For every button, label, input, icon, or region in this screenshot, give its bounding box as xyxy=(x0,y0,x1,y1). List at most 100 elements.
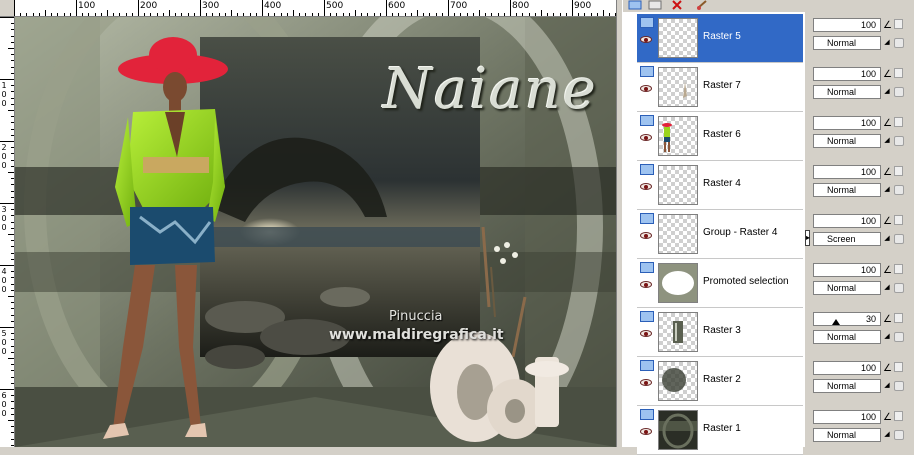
lock-icon[interactable] xyxy=(894,234,904,244)
visibility-eye-icon[interactable] xyxy=(640,134,652,141)
ruler-tick xyxy=(553,13,555,16)
brush-icon[interactable] xyxy=(695,0,711,11)
image-canvas[interactable]: Naiane Pinuccia www.maldiregrafica.it xyxy=(15,17,616,447)
mask-link-icon[interactable] xyxy=(894,362,903,372)
layer-row-group-raster-4[interactable]: Group - Raster 4 xyxy=(637,210,803,259)
link-icon[interactable]: ∠ xyxy=(883,167,892,178)
mask-link-icon[interactable] xyxy=(894,411,903,421)
dropdown-arrow-icon[interactable]: ◢ xyxy=(882,281,892,295)
ruler-tick xyxy=(280,13,282,16)
layer-row-raster-7[interactable]: Raster 7 xyxy=(637,63,803,112)
layer-row-raster-3[interactable]: Raster 3 xyxy=(637,308,803,357)
link-icon[interactable]: ∠ xyxy=(883,314,892,325)
layer-row-raster-6[interactable]: Raster 6 xyxy=(637,112,803,161)
ruler-tick xyxy=(541,10,542,16)
lock-icon[interactable] xyxy=(894,38,904,48)
blend-mode-select[interactable]: Normal xyxy=(813,330,881,344)
ruler-tick xyxy=(466,13,468,16)
opacity-field[interactable]: 100 xyxy=(813,67,881,81)
ruler-tick xyxy=(11,438,14,440)
ruler-tick xyxy=(11,209,14,211)
new-layer-icon[interactable] xyxy=(627,0,643,11)
ruler-tick xyxy=(448,0,449,16)
dropdown-arrow-icon[interactable]: ◢ xyxy=(882,183,892,197)
dropdown-arrow-icon[interactable]: ◢ xyxy=(882,428,892,442)
layer-row-raster-2[interactable]: Raster 2 xyxy=(637,357,803,406)
opacity-field[interactable]: 100 xyxy=(813,165,881,179)
lock-icon[interactable] xyxy=(894,87,904,97)
ruler-tick xyxy=(274,13,276,16)
visibility-eye-icon[interactable] xyxy=(640,379,652,386)
blend-mode-select[interactable]: Screen xyxy=(813,232,881,246)
visibility-eye-icon[interactable] xyxy=(640,281,652,288)
lock-icon[interactable] xyxy=(894,185,904,195)
blend-mode-select[interactable]: Normal xyxy=(813,379,881,393)
ruler-tick xyxy=(11,314,14,316)
dropdown-arrow-icon[interactable]: ◢ xyxy=(882,134,892,148)
ruler-tick xyxy=(11,407,14,409)
visibility-eye-icon[interactable] xyxy=(640,85,652,92)
layer-row-raster-5[interactable]: Raster 5 xyxy=(637,14,803,63)
ruler-tick xyxy=(150,13,152,16)
blend-mode-select[interactable]: Normal xyxy=(813,36,881,50)
opacity-field[interactable]: 100 xyxy=(813,214,881,228)
opacity-slider-marker[interactable] xyxy=(832,319,840,325)
visibility-eye-icon[interactable] xyxy=(640,36,652,43)
link-icon[interactable]: ∠ xyxy=(883,412,892,423)
dropdown-arrow-icon[interactable]: ◢ xyxy=(882,330,892,344)
layer-row-raster-1[interactable]: Raster 1 xyxy=(637,406,803,455)
visibility-eye-icon[interactable] xyxy=(640,330,652,337)
opacity-field[interactable]: 100 xyxy=(813,263,881,277)
layer-props-row: 100 ∠ Normal ◢ xyxy=(810,112,914,161)
ruler-label: 800 xyxy=(512,1,530,11)
blend-mode-select[interactable]: Normal xyxy=(813,183,881,197)
visibility-eye-icon[interactable] xyxy=(640,183,652,190)
blend-mode-select[interactable]: Normal xyxy=(813,85,881,99)
visibility-eye-icon[interactable] xyxy=(640,428,652,435)
dropdown-arrow-icon[interactable]: ◢ xyxy=(882,379,892,393)
lock-icon[interactable] xyxy=(894,430,904,440)
mask-link-icon[interactable] xyxy=(894,166,903,176)
link-icon[interactable]: ∠ xyxy=(883,265,892,276)
blend-mode-select[interactable]: Normal xyxy=(813,281,881,295)
layer-thumbnail xyxy=(658,263,698,303)
lock-icon[interactable] xyxy=(894,381,904,391)
mask-link-icon[interactable] xyxy=(894,264,903,274)
visibility-eye-icon[interactable] xyxy=(640,232,652,239)
blend-mode-select[interactable]: Normal xyxy=(813,428,881,442)
mask-link-icon[interactable] xyxy=(894,215,903,225)
link-icon[interactable]: ∠ xyxy=(883,20,892,31)
ruler-tick xyxy=(596,13,598,16)
lock-icon[interactable] xyxy=(894,283,904,293)
dropdown-arrow-icon[interactable]: ◢ xyxy=(882,232,892,246)
dropdown-arrow-icon[interactable]: ◢ xyxy=(882,36,892,50)
dropdown-arrow-icon[interactable]: ◢ xyxy=(882,85,892,99)
lock-icon[interactable] xyxy=(894,136,904,146)
ruler-tick xyxy=(423,13,425,16)
link-icon[interactable]: ∠ xyxy=(883,363,892,374)
opacity-field[interactable]: 100 xyxy=(813,361,881,375)
opacity-field[interactable]: 30 xyxy=(813,312,881,326)
ruler-label: 3 0 0 xyxy=(1,205,7,232)
ruler-tick xyxy=(367,13,369,16)
opacity-field[interactable]: 100 xyxy=(813,18,881,32)
mask-link-icon[interactable] xyxy=(894,68,903,78)
layer-props-icon[interactable] xyxy=(647,0,663,11)
blend-mode-select[interactable]: Normal xyxy=(813,134,881,148)
layer-row-raster-4[interactable]: Raster 4 xyxy=(637,161,803,210)
mask-link-icon[interactable] xyxy=(894,117,903,127)
layer-row-promoted-selection[interactable]: Promoted selection xyxy=(637,259,803,308)
ruler-label: 300 xyxy=(202,1,220,11)
ruler-tick xyxy=(11,165,14,167)
ruler-tick xyxy=(497,13,499,16)
opacity-field[interactable]: 100 xyxy=(813,116,881,130)
ruler-tick xyxy=(0,203,14,204)
link-icon[interactable]: ∠ xyxy=(883,118,892,129)
mask-link-icon[interactable] xyxy=(894,19,903,29)
mask-link-icon[interactable] xyxy=(894,313,903,323)
link-icon[interactable]: ∠ xyxy=(883,216,892,227)
link-icon[interactable]: ∠ xyxy=(883,69,892,80)
opacity-field[interactable]: 100 xyxy=(813,410,881,424)
lock-icon[interactable] xyxy=(894,332,904,342)
delete-layer-icon[interactable] xyxy=(669,0,685,11)
